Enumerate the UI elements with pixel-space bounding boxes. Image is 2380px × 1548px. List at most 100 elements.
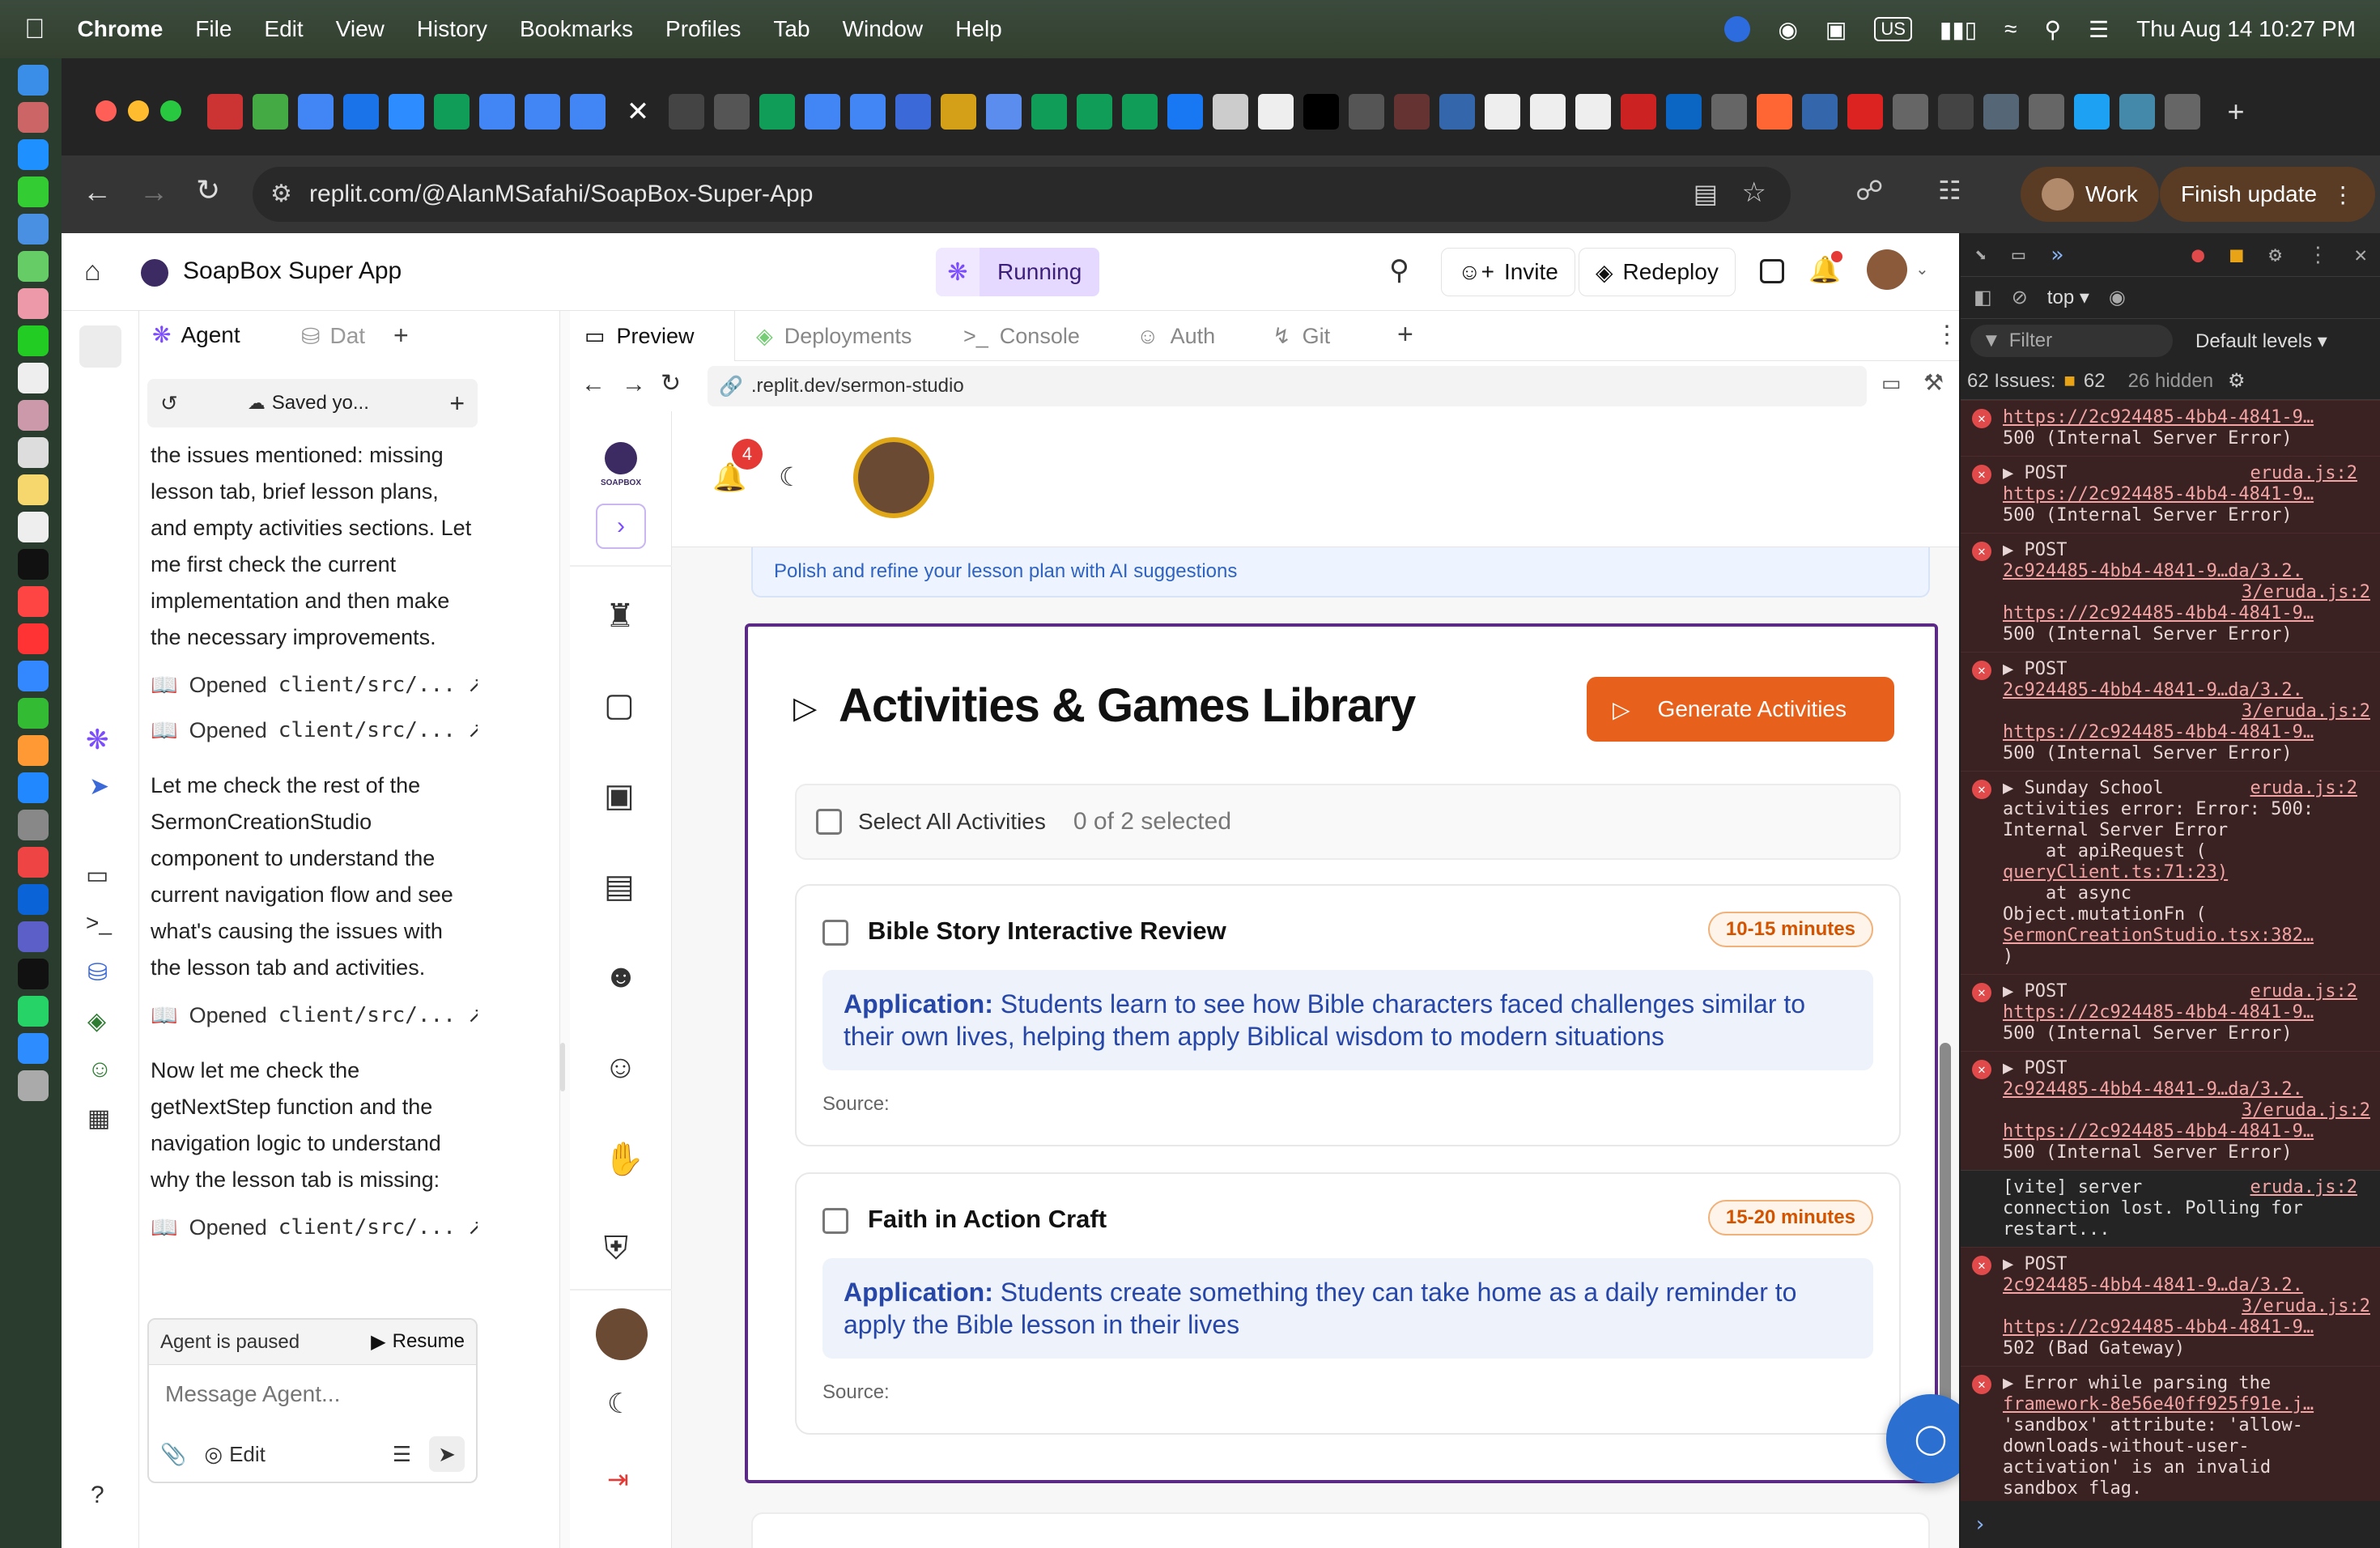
users-icon[interactable]: ☺ bbox=[604, 1049, 637, 1086]
menu-history[interactable]: History bbox=[417, 16, 487, 42]
resume-button[interactable]: ▶ Resume bbox=[371, 1330, 465, 1354]
device-toolbar-icon[interactable]: ▭ bbox=[2012, 243, 2025, 267]
x-tab-icon[interactable] bbox=[1303, 94, 1339, 130]
deployments-icon[interactable]: ◈ bbox=[87, 1007, 106, 1036]
finish-update-button[interactable]: Finish update ⋮ bbox=[2160, 167, 2376, 222]
project-name[interactable]: SoapBox Super App bbox=[183, 257, 402, 285]
tab-database[interactable]: ⛁ Dat bbox=[301, 311, 365, 361]
history-icon[interactable]: ↺ bbox=[160, 391, 178, 416]
agent-icon[interactable]: ❋ bbox=[86, 724, 109, 756]
clear-console-icon[interactable]: ⊘ bbox=[2012, 286, 2028, 309]
sheets-tab-icon-4[interactable] bbox=[1077, 94, 1112, 130]
console-log-entry[interactable]: ✕ ▶ POST eruda.js:2 https://2c924485-4bb4-4… bbox=[1961, 974, 2380, 1051]
site-info-icon[interactable]: ⚙ bbox=[270, 180, 292, 208]
generic-tab-icon-6[interactable] bbox=[1711, 94, 1747, 130]
live-expression-icon[interactable]: ◉ bbox=[2109, 286, 2126, 309]
generic-tab-icon-8[interactable] bbox=[1802, 94, 1838, 130]
preview-url-field[interactable]: 🔗 .replit.dev/sermon-studio bbox=[708, 366, 1867, 406]
tab-agent[interactable]: ❋ Agent bbox=[146, 311, 283, 361]
reading-mode-icon[interactable]: ☷ bbox=[1938, 175, 1961, 206]
freeform-dock-icon[interactable] bbox=[18, 512, 49, 542]
devtools-wrench-icon[interactable]: ⚒ bbox=[1923, 369, 1944, 396]
document-icon[interactable]: ▤ bbox=[604, 868, 635, 905]
log-source-link[interactable]: eruda.js:2 bbox=[2250, 463, 2370, 484]
log-source-link[interactable]: eruda.js:2 bbox=[2250, 778, 2370, 799]
google-tab-icon-2[interactable] bbox=[1485, 94, 1520, 130]
docs-tab-icon-6[interactable] bbox=[850, 94, 886, 130]
sheets-tab-icon[interactable] bbox=[434, 94, 470, 130]
opened-file-item[interactable]: 📖 Opened client/src/... ↗ bbox=[151, 708, 478, 753]
extensions-icon[interactable]: ☍ bbox=[1855, 175, 1883, 207]
files-panel-icon[interactable] bbox=[79, 325, 121, 368]
pages-dock-icon[interactable] bbox=[18, 735, 49, 766]
warning-count-icon[interactable]: ■ bbox=[2230, 243, 2243, 267]
google-tab-icon-3[interactable] bbox=[1530, 94, 1566, 130]
console-log-entry[interactable]: ✕ ▶ POST 2c924485-4bb4-4841-9…da/3.2. 3/eru… bbox=[1961, 1051, 2380, 1170]
console-prompt[interactable]: › bbox=[1974, 1512, 1987, 1537]
apple-icon[interactable]:  bbox=[24, 14, 45, 45]
battery-icon[interactable]: ▮▮▯ bbox=[1940, 16, 1977, 43]
console-log-entry[interactable]: [vite] server eruda.js:2 connection lost. … bbox=[1961, 1170, 2380, 1247]
forward-icon[interactable]: → bbox=[139, 175, 168, 209]
settings-dock-icon[interactable] bbox=[18, 810, 49, 840]
open-external-icon[interactable]: ↗ bbox=[467, 718, 478, 743]
chrome-dock-icon[interactable] bbox=[18, 847, 49, 878]
tab-auth[interactable]: ☺ Auth bbox=[1122, 311, 1230, 361]
generic-tab-icon-4[interactable] bbox=[1439, 94, 1475, 130]
menubar-clock[interactable]: Thu Aug 14 10:27 PM bbox=[2136, 16, 2356, 42]
reload-icon[interactable]: ↻ bbox=[196, 173, 220, 207]
notes-dock-icon[interactable] bbox=[18, 474, 49, 505]
maps-dock-icon[interactable] bbox=[18, 251, 49, 282]
menu-edit[interactable]: Edit bbox=[264, 16, 303, 42]
generic-tab-icon-11[interactable] bbox=[1983, 94, 2019, 130]
workspace-more-icon[interactable]: ⋮ bbox=[1935, 321, 1959, 349]
active-tab-close-icon[interactable]: ✕ bbox=[620, 94, 656, 130]
console-log-entry[interactable]: ✕ ▶ Sunday School eruda.js:2 activities err… bbox=[1961, 771, 2380, 974]
devtools-settings-icon[interactable]: ⚙ bbox=[2269, 243, 2282, 267]
menu-file[interactable]: File bbox=[195, 16, 232, 42]
user-avatar[interactable] bbox=[1867, 249, 1907, 290]
terminal-dock-icon[interactable] bbox=[18, 959, 49, 989]
generic-tab-icon[interactable] bbox=[895, 94, 931, 130]
back-icon[interactable]: ← bbox=[83, 175, 112, 209]
attach-icon[interactable]: 📎 bbox=[160, 1442, 186, 1467]
mail-dock-icon[interactable] bbox=[18, 214, 49, 245]
new-tab-button[interactable]: + bbox=[2218, 94, 2254, 130]
tab-deployments[interactable]: ◈ Deployments bbox=[742, 311, 926, 361]
assistant-icon[interactable]: ➤ bbox=[89, 772, 109, 801]
bookmark-star-icon[interactable]: ☆ bbox=[1742, 176, 1766, 209]
zoom-status-icon[interactable] bbox=[1724, 16, 1751, 42]
more-vert-icon[interactable]: ⋮ bbox=[2331, 181, 2354, 208]
sheets-tab-icon-3[interactable] bbox=[1031, 94, 1067, 130]
tab-git[interactable]: ↯ Git bbox=[1258, 311, 1345, 361]
maximize-window-button[interactable] bbox=[160, 100, 181, 121]
openai-tab-icon[interactable] bbox=[669, 94, 704, 130]
opened-file-item[interactable]: 📖 Opened client/src/... ↗ bbox=[151, 662, 478, 708]
install-app-icon[interactable]: ▤ bbox=[1694, 178, 1718, 209]
opened-file-item[interactable]: 📖 Opened client/src/... ↗ bbox=[151, 993, 478, 1038]
activity-checkbox[interactable] bbox=[822, 920, 848, 946]
search-icon[interactable]: ⚲ bbox=[1389, 254, 1409, 287]
perplexity-tab-icon[interactable] bbox=[714, 94, 750, 130]
generic-tab-icon-7[interactable] bbox=[1757, 94, 1792, 130]
preview-icon[interactable]: ▭ bbox=[86, 861, 108, 890]
google-tab-icon[interactable] bbox=[1258, 94, 1294, 130]
app-store-dock-icon[interactable] bbox=[18, 772, 49, 803]
address-bar[interactable]: ⚙ replit.com/@AlanMSafahi/SoapBox-Super-… bbox=[253, 167, 1791, 222]
devtools-close-icon[interactable]: ✕ bbox=[2354, 243, 2367, 267]
filter-input[interactable]: ▼ Filter bbox=[1970, 325, 2173, 357]
music-dock-icon[interactable] bbox=[18, 586, 49, 617]
new-chat-icon[interactable]: + bbox=[449, 389, 465, 419]
close-window-button[interactable] bbox=[96, 100, 117, 121]
image-icon[interactable]: ▣ bbox=[604, 777, 635, 814]
docs-tab-icon[interactable] bbox=[298, 94, 334, 130]
chevron-down-icon[interactable]: ⌄ bbox=[1915, 259, 1929, 279]
issues-label[interactable]: 62 Issues: bbox=[1967, 370, 2055, 393]
preview-forward-icon[interactable]: → bbox=[622, 371, 646, 398]
handshake-icon[interactable]: ✋ bbox=[604, 1140, 644, 1178]
safari-dock-icon[interactable] bbox=[18, 139, 49, 170]
opened-file-item[interactable]: 📖 Opened client/src/... ↗ bbox=[151, 1205, 478, 1250]
news-dock-icon[interactable] bbox=[18, 623, 49, 654]
more-panels-icon[interactable]: » bbox=[2051, 243, 2063, 267]
generic-tab-icon-2[interactable] bbox=[1349, 94, 1384, 130]
